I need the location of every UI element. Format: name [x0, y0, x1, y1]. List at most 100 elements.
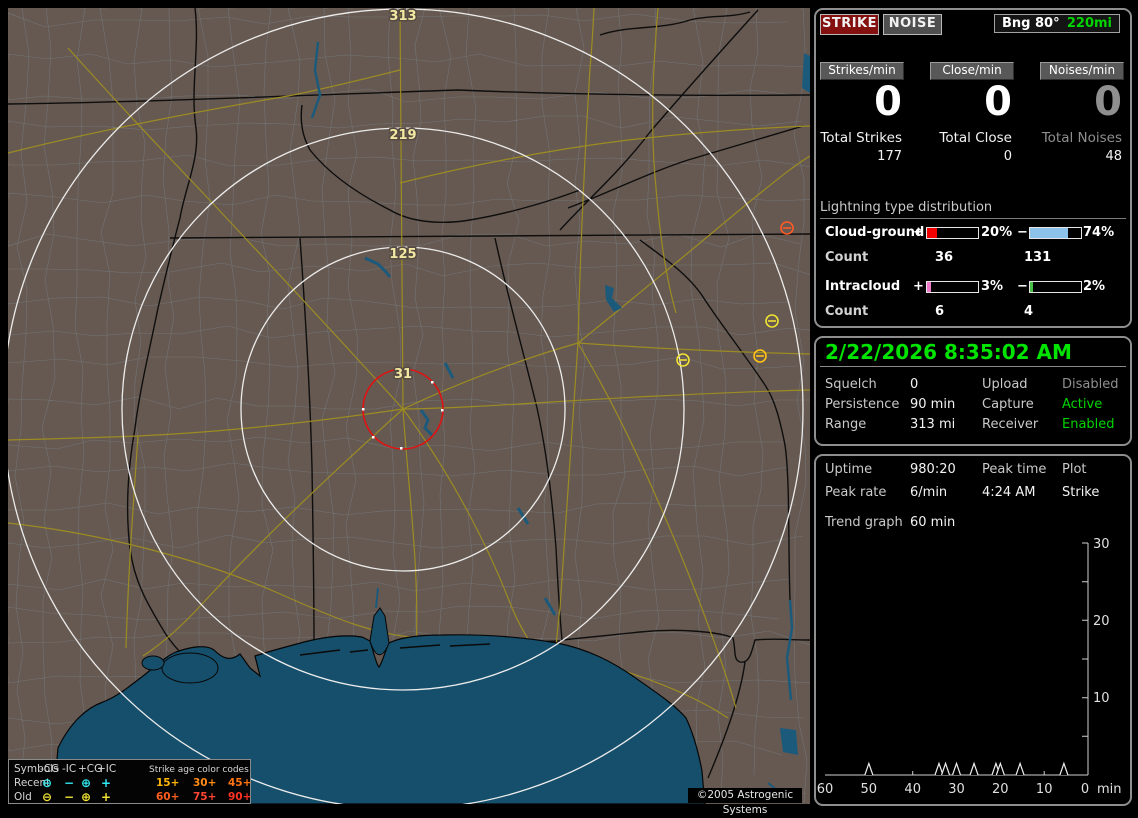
cg-count-label: Count [825, 250, 869, 265]
legend-header-ncg: -CG [40, 763, 60, 775]
pos-ic-bar [926, 281, 979, 293]
range-value: 313 mi [910, 417, 956, 432]
total-noises-label: Total Noises [1041, 130, 1122, 146]
x-tick-50: 50 [861, 782, 878, 797]
y-tick-20: 20 [1093, 614, 1110, 629]
lake-pontchartrain [161, 652, 219, 684]
peak-time-value: 4:24 AM [982, 485, 1036, 500]
minus-icon: − [64, 776, 75, 790]
strikes-per-min-value: 0 [874, 79, 902, 125]
neg-cg-percent: 74% [1083, 225, 1115, 240]
squelch-label: Squelch [825, 377, 877, 392]
upload-label: Upload [982, 377, 1028, 392]
circle-minus-icon: ⊖ [42, 790, 53, 804]
legend-header-pic: +IC [97, 763, 117, 775]
total-strikes-label: Total Strikes [820, 130, 902, 146]
datetime-underline [820, 366, 1126, 367]
trend-spikes [864, 761, 1069, 776]
intracloud-label: Intracloud [825, 279, 901, 294]
close-per-min-button[interactable]: Close/min [930, 62, 1014, 80]
pos-ic-count: 6 [935, 304, 945, 319]
noises-per-min-button[interactable]: Noises/min [1040, 62, 1124, 80]
pos-cg-bar [926, 227, 979, 239]
peak-rate-label: Peak rate [825, 485, 887, 500]
plot-label: Plot [1062, 462, 1087, 477]
plus-sign: + [913, 279, 924, 294]
legend-age-15: 15+ [156, 777, 180, 789]
close-per-min-value: 0 [984, 79, 1012, 125]
noise-mode-button[interactable]: NOISE [883, 14, 942, 35]
plot-mode-value: Strike [1062, 485, 1100, 500]
pos-ic-percent: 3% [981, 279, 1004, 294]
app-window: { "map": { "ring_labels": ["313", "219",… [0, 0, 1138, 816]
legend-header-nic: -IC [62, 763, 77, 775]
legend-age-90: 90+ [228, 791, 252, 803]
upload-status: Disabled [1062, 377, 1119, 392]
circle-plus-icon: ⊕ [81, 776, 92, 790]
neg-cg-count: 131 [1024, 250, 1052, 265]
y-tick-30: 30 [1093, 537, 1110, 552]
plus-sign: + [913, 225, 924, 240]
datetime-display: 2/22/2026 8:35:02 AM [825, 340, 1072, 364]
plus-icon: + [101, 790, 112, 804]
persistence-value: 90 min [910, 397, 956, 412]
ring-label-125: 125 [389, 247, 416, 262]
legend-age-30: 30+ [193, 777, 217, 789]
persistence-label: Persistence [825, 397, 900, 412]
strike-counters-panel: STRIKE NOISE Bng 80° 220mi Strikes/min 0… [814, 8, 1132, 328]
peak-rate-value: 6/min [910, 485, 948, 500]
legend-age-75: 75+ [193, 791, 217, 803]
y-tick-10: 10 [1093, 691, 1110, 706]
trend-panel: Uptime 980:20 Peak time Plot Peak rate 6… [814, 454, 1132, 806]
x-tick-30: 30 [948, 782, 965, 797]
neg-ic-bar [1029, 281, 1082, 293]
uptime-value: 980:20 [910, 462, 956, 477]
legend-age-60: 60+ [156, 791, 180, 803]
cloud-ground-label: Cloud-ground [825, 225, 925, 240]
total-close-label: Total Close [939, 130, 1012, 146]
total-noises-value: 48 [1105, 149, 1122, 164]
x-tick-10: 10 [1036, 782, 1053, 797]
legend-age-title: Strike age color codes [149, 765, 249, 775]
minus-icon: − [64, 790, 75, 804]
status-panel: 2/22/2026 8:35:02 AM Squelch 0 Upload Di… [814, 336, 1132, 446]
total-strikes-value: 177 [877, 149, 902, 164]
receiver-status: Enabled [1062, 417, 1115, 432]
minus-sign: − [1017, 225, 1028, 240]
trend-tick-labels: 30 20 10 60 50 40 30 20 10 0 min [817, 537, 1122, 797]
squelch-value: 0 [910, 377, 919, 392]
capture-label: Capture [982, 397, 1034, 412]
receiver-label: Receiver [982, 417, 1039, 432]
strikes-per-min-button[interactable]: Strikes/min [820, 62, 904, 80]
noises-per-min-value: 0 [1094, 79, 1122, 125]
distribution-title: Lightning type distribution [820, 200, 1126, 219]
copyright-bar: ©2005 Astrogenic Systems [688, 788, 802, 816]
trend-graph: 30 20 10 60 50 40 30 20 10 0 min [817, 537, 1122, 797]
plus-icon: + [101, 776, 112, 790]
x-axis-unit: min [1097, 782, 1122, 797]
trend-axes [825, 542, 1089, 776]
strike-mode-button[interactable]: STRIKE [820, 14, 879, 35]
peak-time-label: Peak time [982, 462, 1047, 477]
ic-count-label: Count [825, 304, 869, 319]
trend-graph-label: Trend graph [825, 515, 903, 530]
ring-label-219: 219 [389, 128, 416, 143]
pos-cg-count: 36 [935, 250, 954, 265]
x-tick-20: 20 [992, 782, 1009, 797]
minus-sign: − [1017, 279, 1028, 294]
circle-plus-icon: ⊕ [81, 790, 92, 804]
neg-cg-bar [1029, 227, 1082, 239]
bearing-display[interactable]: Bng 80° 220mi [994, 14, 1120, 33]
bearing-value: Bng 80° [1002, 16, 1060, 31]
x-tick-60: 60 [817, 782, 834, 797]
ring-label-313: 313 [389, 9, 416, 24]
legend-old-label: Old [14, 791, 32, 803]
circle-minus-icon: ⊖ [42, 776, 53, 790]
map-legend: Symbols -CG -IC +CG +IC Strike age color… [8, 759, 251, 804]
lightning-map[interactable]: 313 219 125 31 [8, 8, 810, 804]
pos-cg-percent: 20% [981, 225, 1013, 240]
bearing-range-value: 220mi [1066, 16, 1112, 31]
ring-label-31: 31 [394, 367, 412, 382]
trend-window-value: 60 min [910, 515, 956, 530]
neg-ic-count: 4 [1024, 304, 1034, 319]
